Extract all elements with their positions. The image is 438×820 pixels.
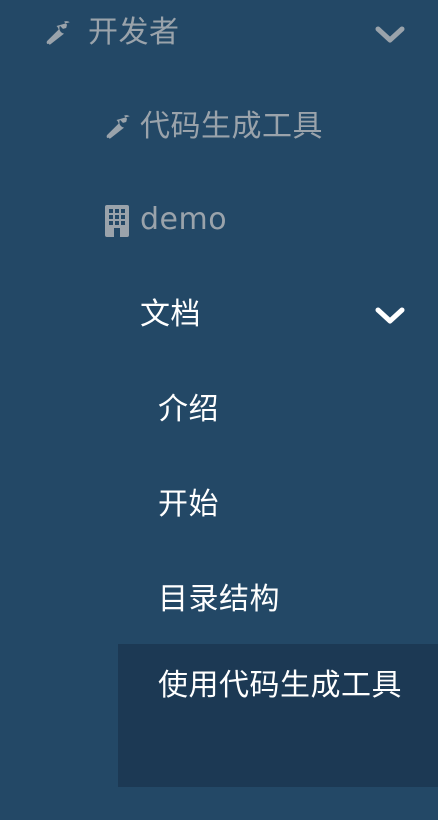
menu-item-structure[interactable]: 目录结构 xyxy=(0,553,438,647)
sidebar-menu: 开发者 代码生成工具 demo 文档 介绍 开始 目录结构 使用代码生成工具 xyxy=(0,0,438,820)
menu-group-developer[interactable]: 开发者 xyxy=(0,0,438,68)
menu-item-start-label: 开始 xyxy=(158,487,219,522)
menu-item-use-codegen[interactable]: 使用代码生成工具 xyxy=(118,644,438,787)
menu-group-developer-label: 开发者 xyxy=(88,15,180,50)
menu-item-codegen[interactable]: 代码生成工具 xyxy=(0,80,438,174)
chevron-down-icon[interactable] xyxy=(374,23,406,47)
menu-item-demo-label: demo xyxy=(140,202,228,237)
menu-item-demo[interactable]: demo xyxy=(0,174,438,268)
menu-item-structure-label: 目录结构 xyxy=(158,582,280,617)
menu-item-intro[interactable]: 介绍 xyxy=(0,363,438,457)
menu-item-use-codegen-label: 使用代码生成工具 xyxy=(158,668,402,703)
menu-item-start[interactable]: 开始 xyxy=(0,458,438,552)
menu-group-docs-label: 文档 xyxy=(140,297,201,332)
menu-group-docs[interactable]: 文档 xyxy=(0,268,438,362)
chevron-down-icon[interactable] xyxy=(374,304,406,328)
menu-item-intro-label: 介绍 xyxy=(158,392,219,427)
wrench-icon xyxy=(44,18,74,48)
wrench-icon xyxy=(104,112,134,142)
menu-item-codegen-label: 代码生成工具 xyxy=(140,109,323,144)
building-icon xyxy=(104,204,130,238)
